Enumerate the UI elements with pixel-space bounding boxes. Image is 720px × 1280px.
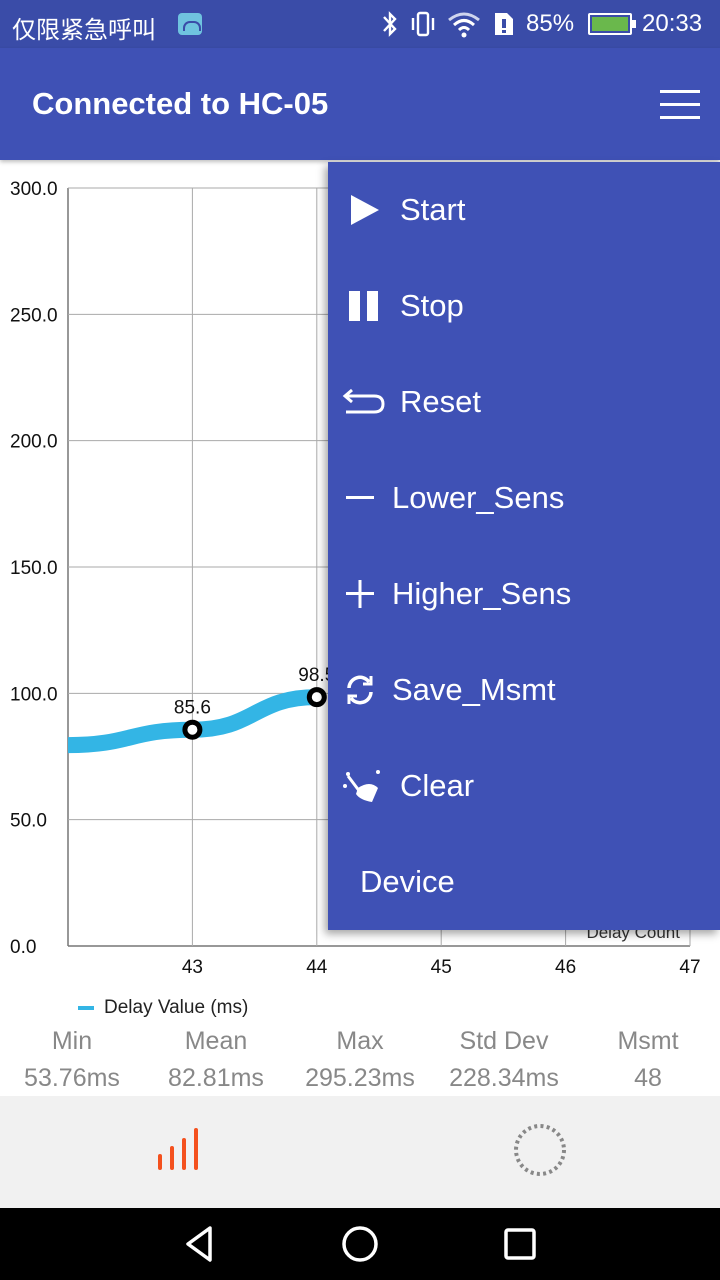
data-point-label: 85.6 [174, 698, 211, 719]
x-tick-label: 46 [555, 957, 576, 978]
battery-charging-icon [588, 13, 636, 35]
stat-label: Max [336, 1027, 384, 1055]
stat-msmt: Msmt 48 [576, 1022, 720, 1096]
status-bar: 仅限紧急呼叫 85% 20:33 [0, 0, 720, 48]
menu-item-start[interactable]: Start [328, 162, 720, 258]
tab-chart[interactable] [0, 1096, 360, 1208]
recents-icon[interactable] [498, 1222, 542, 1266]
x-tick-label: 43 [182, 957, 203, 978]
y-tick-label: 200.0 [10, 432, 58, 453]
menu-item-label: Lower_Sens [392, 480, 565, 515]
stats-row: Min 53.76ms Mean 82.81ms Max 295.23ms St… [0, 1022, 720, 1096]
broom-icon [328, 766, 400, 806]
minus-icon [328, 482, 392, 514]
x-tick-label: 45 [431, 957, 452, 978]
stat-value: 295.23ms [305, 1064, 415, 1092]
menu-item-higher-sens[interactable]: Higher_Sens [328, 546, 720, 642]
y-tick-label: 150.0 [10, 558, 58, 579]
menu-item-label: Reset [400, 384, 481, 419]
menu-item-stop[interactable]: Stop [328, 258, 720, 354]
tab-loading[interactable] [360, 1096, 720, 1208]
menu-item-label: Save_Msmt [392, 672, 556, 707]
menu-item-label: Stop [400, 288, 464, 323]
stat-max: Max 295.23ms [288, 1022, 432, 1096]
battery-percent: 85% [526, 10, 575, 37]
menu-item-lower-sens[interactable]: Lower_Sens [328, 450, 720, 546]
bottom-nav [0, 1096, 720, 1208]
stat-min: Min 53.76ms [0, 1022, 144, 1096]
y-tick-label: 100.0 [10, 684, 58, 705]
undo-icon [328, 386, 400, 418]
stat-label: Std Dev [459, 1027, 549, 1055]
stat-value: 53.76ms [24, 1064, 120, 1092]
legend-label: Delay Value (ms) [104, 997, 249, 1018]
menu-item-save-msmt[interactable]: Save_Msmt [328, 642, 720, 738]
data-point [306, 687, 327, 708]
wifi-icon [446, 10, 482, 38]
menu-item-label: Start [400, 192, 466, 227]
carrier-text: 仅限紧急呼叫 [12, 16, 156, 44]
sync-icon [328, 673, 392, 707]
app-bar: Connected to HC-05 [0, 48, 720, 160]
stat-label: Mean [184, 1027, 248, 1055]
page-title: Connected to HC-05 [32, 86, 329, 121]
stat-value: 82.81ms [168, 1064, 264, 1092]
menu-item-label: Device [360, 864, 455, 899]
bar-chart-icon [154, 1124, 206, 1181]
y-tick-label: 50.0 [10, 811, 47, 832]
status-icons [380, 8, 526, 40]
clock: 20:33 [642, 10, 703, 37]
stat-mean: Mean 82.81ms [144, 1022, 288, 1096]
bluetooth-icon [380, 10, 400, 38]
y-tick-label: 0.0 [10, 937, 36, 958]
hamburger-menu-icon[interactable] [654, 78, 706, 130]
stat-value: 228.34ms [449, 1064, 559, 1092]
stat-value: 48 [634, 1064, 662, 1092]
menu-item-label: Clear [400, 768, 475, 803]
y-tick-label: 300.0 [10, 179, 58, 200]
x-tick-label: 47 [679, 957, 700, 978]
menu-item-clear[interactable]: Clear [328, 738, 720, 834]
stat-label: Min [51, 1027, 93, 1055]
menu-item-label: Higher_Sens [392, 576, 572, 611]
y-tick-label: 250.0 [10, 305, 58, 326]
legend-swatch [78, 1006, 94, 1010]
android-icon [178, 13, 202, 35]
system-nav-bar [0, 1208, 720, 1280]
data-point [182, 719, 203, 740]
home-icon[interactable] [338, 1222, 382, 1266]
stat-std-dev: Std Dev 228.34ms [432, 1022, 576, 1096]
sim-alert-icon [492, 10, 516, 38]
x-tick-label: 44 [306, 957, 328, 978]
pause-icon [328, 289, 400, 323]
chart-legend: Delay Value (ms) [78, 994, 248, 1022]
overflow-menu: Start Stop Reset Lower_Sens Higher_Sens … [328, 162, 720, 930]
play-icon [328, 193, 400, 227]
loading-ring-icon [512, 1122, 568, 1183]
stat-label: Msmt [617, 1027, 679, 1055]
menu-item-reset[interactable]: Reset [328, 354, 720, 450]
vibrate-icon [410, 10, 436, 38]
back-icon[interactable] [178, 1222, 222, 1266]
plus-icon [328, 578, 392, 610]
menu-item-device[interactable]: Device [328, 834, 720, 930]
